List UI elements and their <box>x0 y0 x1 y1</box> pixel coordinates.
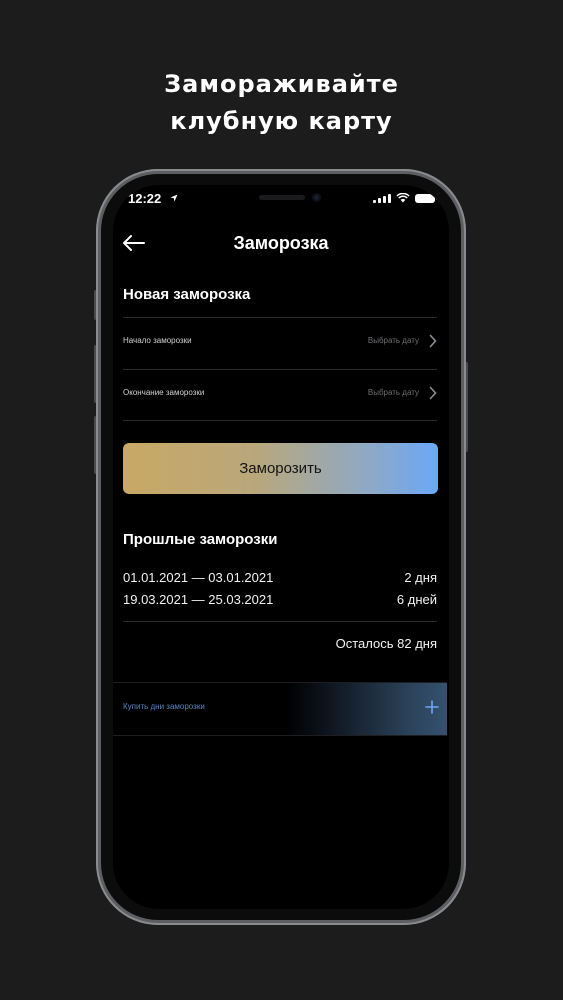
chevron-right-icon <box>429 334 437 348</box>
status-time: 12:22 <box>128 191 162 206</box>
front-camera <box>312 193 321 202</box>
freeze-duration: 6 дней <box>396 592 437 607</box>
freeze-start-label: Начало заморозки <box>123 336 192 345</box>
signal-icon <box>373 193 391 203</box>
freeze-dates: 19.03.2021 — 25.03.2021 <box>123 592 274 607</box>
location-arrow-icon <box>170 194 178 202</box>
promo-heading: Замораживайте клубную карту <box>0 66 563 140</box>
status-icons <box>373 193 438 203</box>
battery-icon <box>415 193 438 203</box>
promo-line-1: Замораживайте <box>164 70 399 98</box>
earpiece-speaker <box>259 195 305 200</box>
plus-icon[interactable] <box>425 700 439 714</box>
past-freezes-title: Прошлые заморозки <box>123 531 278 548</box>
freeze-end-value: Выбрать дату <box>367 388 419 397</box>
divider <box>123 420 437 421</box>
wifi-icon <box>396 193 410 203</box>
freeze-end-label: Окончание заморозки <box>123 388 205 397</box>
freeze-end-row[interactable]: Окончание заморозки Выбрать дату <box>123 370 437 420</box>
buy-freeze-days-label: Купить дни заморозки <box>123 702 205 711</box>
freeze-dates: 01.01.2021 — 03.01.2021 <box>123 570 274 585</box>
divider <box>123 621 437 622</box>
freeze-start-value: Выбрать дату <box>367 336 419 345</box>
freeze-button[interactable]: Заморозить <box>123 443 438 494</box>
freeze-start-row[interactable]: Начало заморозки Выбрать дату <box>123 318 437 368</box>
promo-line-2: клубную карту <box>170 107 393 135</box>
page-title: Заморозка <box>233 233 329 253</box>
remaining-days: Осталось 82 дня <box>335 636 437 651</box>
freeze-duration: 2 дня <box>404 570 437 585</box>
buy-freeze-days-row[interactable]: Купить дни заморозки <box>113 682 447 736</box>
phone-screen: 12:22 Заморозка Новая заморозка Начало з… <box>113 185 449 909</box>
new-freeze-title: Новая заморозка <box>123 286 251 303</box>
chevron-right-icon <box>429 386 437 400</box>
